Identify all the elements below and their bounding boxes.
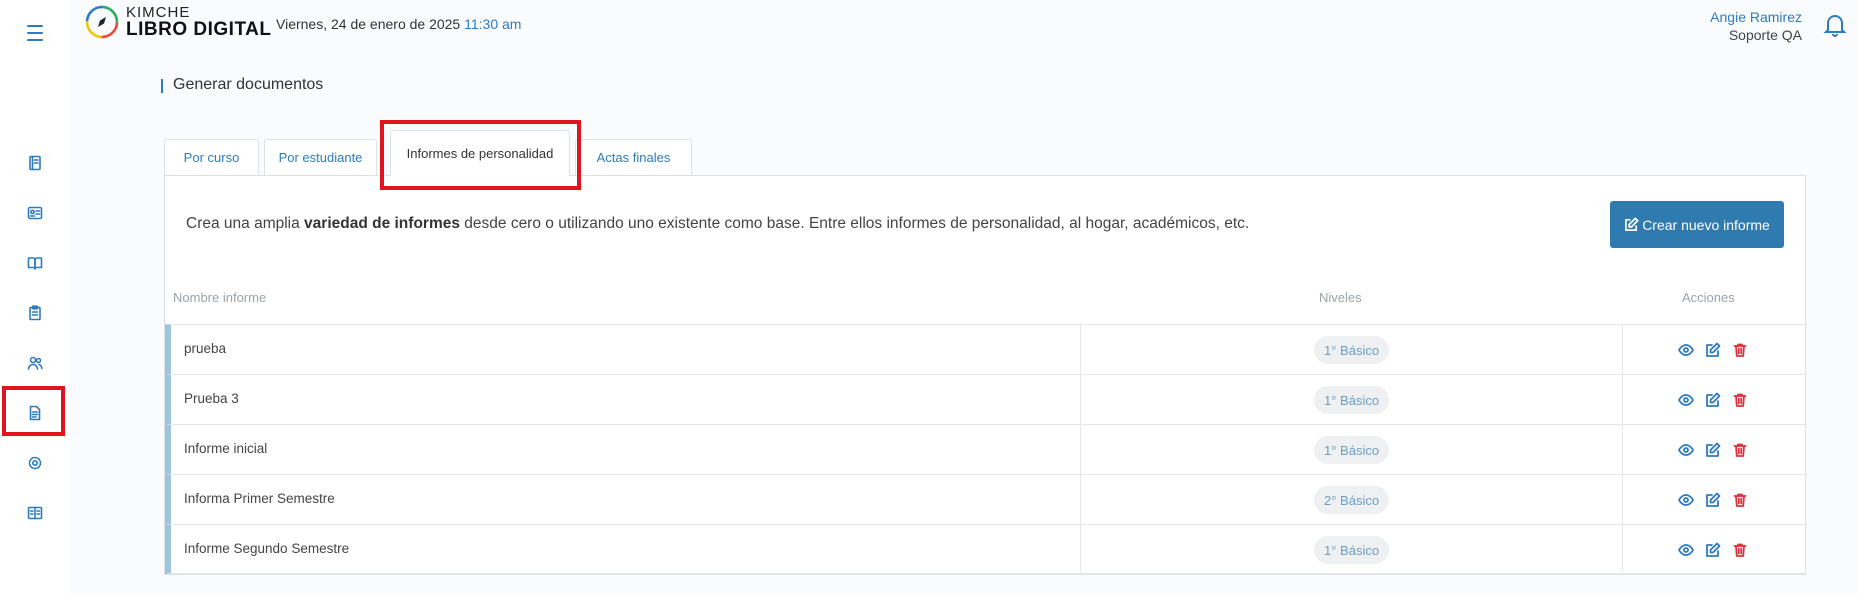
notification-bell-icon[interactable]: [1822, 12, 1848, 38]
clipboard-icon[interactable]: [24, 302, 46, 324]
table-row: Informa Primer Semestre 2° Básico: [165, 474, 1805, 524]
report-name: Informe inicial: [184, 441, 268, 456]
table-row: Prueba 3 1° Básico: [165, 374, 1805, 424]
user-name[interactable]: Angie Ramirez: [1710, 8, 1802, 26]
trash-icon[interactable]: [1730, 340, 1750, 360]
column-divider: [1622, 325, 1623, 374]
intro-text-bold: variedad de informes: [304, 215, 460, 232]
column-divider: [1622, 525, 1623, 573]
column-divider: [1080, 425, 1081, 474]
view-icon[interactable]: [1676, 490, 1696, 510]
user-info[interactable]: Angie Ramirez Soporte QA: [1710, 8, 1802, 44]
date-text: Viernes, 24 de enero de 2025: [276, 16, 461, 32]
settings-icon[interactable]: [24, 452, 46, 474]
user-role: Soporte QA: [1728, 27, 1802, 43]
level-badge: 1° Básico: [1314, 536, 1390, 564]
tab-actas-finales[interactable]: Actas finales: [575, 139, 692, 175]
level-badge: 1° Básico: [1314, 336, 1390, 364]
column-divider: [1080, 525, 1081, 573]
row-actions: [1676, 340, 1750, 360]
table-row: Informe Segundo Semestre 1° Básico: [165, 524, 1805, 574]
logo-top-text: KIMCHE: [126, 4, 191, 21]
row-actions: [1676, 390, 1750, 410]
level-badge: 2° Básico: [1314, 486, 1390, 514]
trash-icon[interactable]: [1730, 490, 1750, 510]
intro-text-end: desde cero o utilizando uno existente co…: [459, 215, 1250, 232]
row-actions: [1676, 490, 1750, 510]
view-icon[interactable]: [1676, 390, 1696, 410]
time-text: 11:30 am: [464, 16, 522, 32]
id-card-icon[interactable]: [24, 202, 46, 224]
view-icon[interactable]: [1676, 440, 1696, 460]
edit-square-icon: [1625, 217, 1639, 231]
reports-panel: Crea una amplia variedad de informes des…: [164, 175, 1806, 575]
sidebar: [0, 0, 70, 595]
level-badge: 1° Básico: [1314, 436, 1390, 464]
hamburger-menu-icon[interactable]: [22, 22, 48, 44]
users-icon[interactable]: [24, 352, 46, 374]
column-header-levels: Niveles: [1319, 290, 1362, 305]
intro-text-start: Crea una amplia: [186, 215, 305, 232]
edit-icon[interactable]: [1703, 440, 1723, 460]
row-actions: [1676, 440, 1750, 460]
column-divider: [1622, 475, 1623, 524]
report-name: prueba: [184, 341, 227, 356]
column-divider: [1080, 375, 1081, 424]
level-badge: 1° Básico: [1314, 386, 1390, 414]
edit-icon[interactable]: [1703, 540, 1723, 560]
report-name: Informa Primer Semestre: [184, 491, 335, 506]
reports-table: prueba 1° Básico Prueba 3 1° Básico Info…: [165, 324, 1805, 574]
tab-por-curso[interactable]: Por curso: [164, 139, 259, 175]
column-divider: [1080, 325, 1081, 374]
open-book-icon[interactable]: [24, 252, 46, 274]
report-name: Informe Segundo Semestre: [184, 541, 350, 556]
current-date: Viernes, 24 de enero de 2025 11:30 am: [276, 16, 521, 32]
column-divider: [1080, 475, 1081, 524]
table-row: prueba 1° Básico: [165, 324, 1805, 374]
edit-icon[interactable]: [1703, 390, 1723, 410]
book-icon[interactable]: [24, 152, 46, 174]
edit-icon[interactable]: [1703, 340, 1723, 360]
intro-text: Crea una amplia variedad de informes des…: [186, 215, 1249, 233]
column-header-name: Nombre informe: [173, 290, 267, 305]
logo-bottom-text: LIBRO DIGITAL: [126, 19, 272, 40]
column-divider: [1622, 425, 1623, 474]
row-actions: [1676, 540, 1750, 560]
report-name: Prueba 3: [184, 391, 239, 406]
create-report-button[interactable]: Crear nuevo informe: [1610, 201, 1784, 248]
trash-icon[interactable]: [1730, 390, 1750, 410]
trash-icon[interactable]: [1730, 440, 1750, 460]
tab-informes-de-personalidad[interactable]: Informes de personalidad: [390, 130, 570, 176]
reader-icon[interactable]: [24, 502, 46, 524]
create-report-label: Crear nuevo informe: [1642, 216, 1770, 233]
edit-icon[interactable]: [1703, 490, 1723, 510]
document-icon[interactable]: [24, 402, 46, 424]
view-icon[interactable]: [1676, 540, 1696, 560]
tab-por-estudiante[interactable]: Por estudiante: [264, 139, 377, 175]
view-icon[interactable]: [1676, 340, 1696, 360]
table-row: Informe inicial 1° Básico: [165, 424, 1805, 474]
trash-icon[interactable]: [1730, 540, 1750, 560]
column-header-actions: Acciones: [1682, 290, 1735, 305]
column-divider: [1622, 375, 1623, 424]
app-logo[interactable]: KIMCHE LIBRO DIGITAL: [84, 4, 271, 40]
compass-logo-icon: [85, 5, 119, 39]
page-title: Generar documentos: [161, 76, 323, 94]
top-header: KIMCHE LIBRO DIGITAL Viernes, 24 de ener…: [70, 0, 1858, 50]
